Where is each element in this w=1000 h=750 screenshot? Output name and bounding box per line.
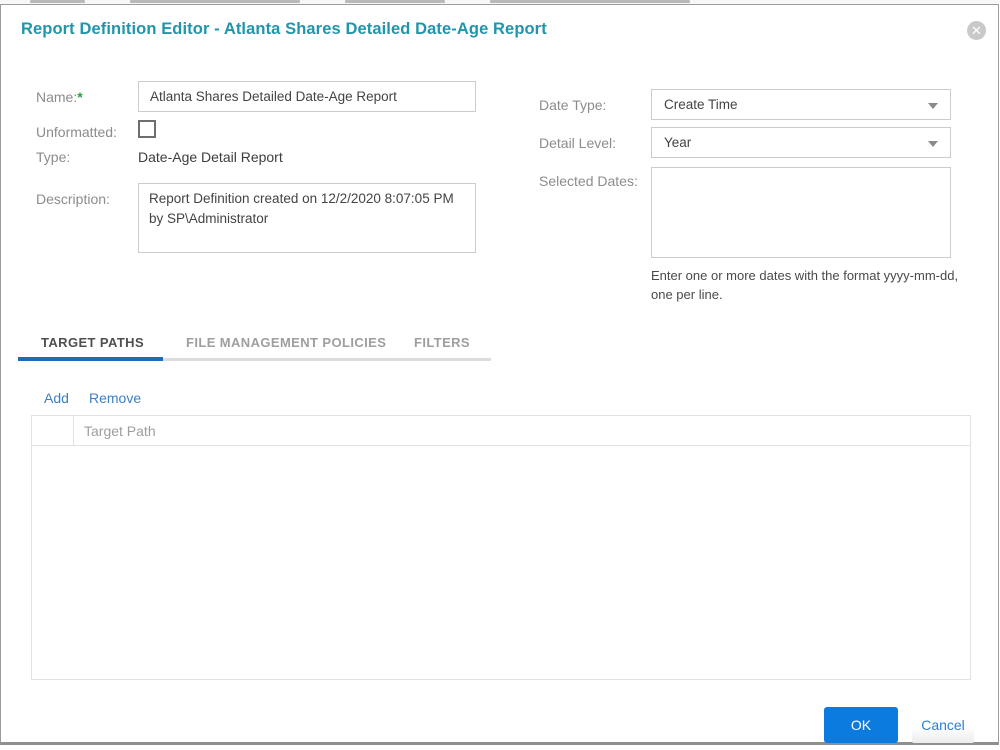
cancel-button[interactable]: Cancel xyxy=(912,707,974,743)
target-path-table: Target Path xyxy=(31,415,971,680)
tab-active-indicator xyxy=(18,357,163,361)
table-body-empty[interactable] xyxy=(32,447,970,679)
name-input[interactable] xyxy=(138,81,476,112)
detail-level-value: Year xyxy=(664,135,692,150)
ok-button[interactable]: OK xyxy=(824,707,898,743)
date-type-value: Create Time xyxy=(664,97,738,112)
required-asterisk: * xyxy=(77,89,83,105)
table-header-row: Target Path xyxy=(32,416,970,446)
selected-dates-label: Selected Dates: xyxy=(539,173,638,189)
name-label: Name:* xyxy=(36,89,83,105)
add-link[interactable]: Add xyxy=(44,390,69,406)
remove-link[interactable]: Remove xyxy=(89,390,141,406)
dialog-title: Report Definition Editor - Atlanta Share… xyxy=(21,20,547,38)
name-label-text: Name: xyxy=(36,89,78,105)
description-textarea[interactable]: Report Definition created on 12/2/2020 8… xyxy=(138,183,476,253)
detail-level-dropdown[interactable]: Year xyxy=(651,127,951,158)
background-artifact xyxy=(130,0,300,3)
target-path-column-header: Target Path xyxy=(84,423,156,439)
tab-filters[interactable]: FILTERS xyxy=(414,335,470,350)
date-type-label: Date Type: xyxy=(539,97,607,113)
selection-column-header xyxy=(32,416,74,446)
type-value: Date-Age Detail Report xyxy=(138,149,283,165)
unformatted-label: Unformatted: xyxy=(36,124,117,140)
chevron-down-icon xyxy=(928,103,938,109)
tab-target-paths[interactable]: TARGET PATHS xyxy=(41,335,144,350)
background-artifact xyxy=(490,0,690,3)
type-label: Type: xyxy=(36,149,71,165)
description-label: Description: xyxy=(36,191,110,207)
unformatted-checkbox[interactable] xyxy=(138,120,156,138)
tab-file-management-policies[interactable]: FILE MANAGEMENT POLICIES xyxy=(186,335,386,350)
selected-dates-hint: Enter one or more dates with the format … xyxy=(651,268,959,302)
date-type-dropdown[interactable]: Create Time xyxy=(651,89,951,120)
report-definition-editor-dialog: Report Definition Editor - Atlanta Share… xyxy=(0,4,999,745)
background-artifact xyxy=(30,0,85,3)
close-icon[interactable]: ✕ xyxy=(967,21,986,40)
chevron-down-icon xyxy=(928,141,938,147)
detail-level-label: Detail Level: xyxy=(539,135,617,151)
selected-dates-textarea[interactable] xyxy=(651,167,951,258)
background-artifact xyxy=(345,0,445,3)
